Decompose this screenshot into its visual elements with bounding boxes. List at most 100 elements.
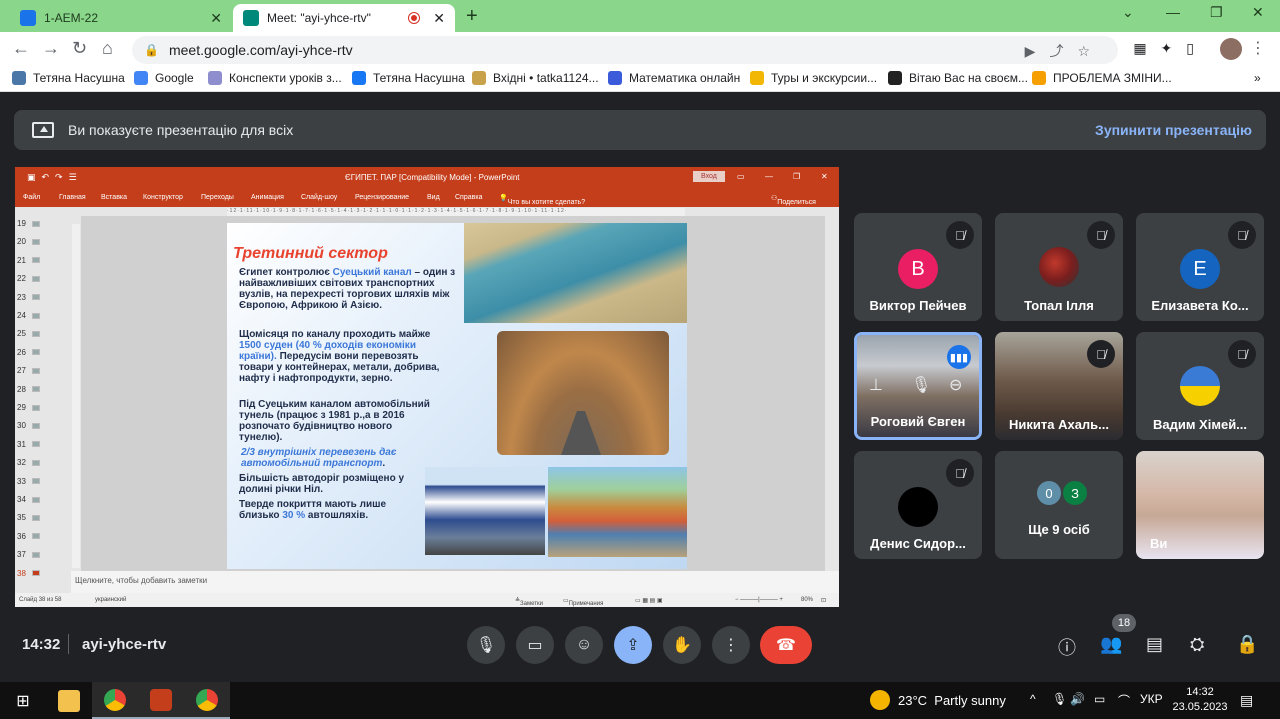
ribbon-tab: Главная [59, 194, 86, 201]
bookmark-label: Вітаю Вас на своєм... [909, 71, 1028, 85]
slide-thumbnail: 23 [17, 293, 40, 302]
quick-access-icons: ▣↶↷☰ [27, 172, 83, 182]
bookmark-item[interactable]: Вітаю Вас на своєм... [888, 71, 1028, 85]
maximize-window-button[interactable]: ❐ [1210, 4, 1223, 21]
participant-tile-self-camera[interactable]: ▮▮▮ ⊥ 🎙 ⊖ Роговий Євген [854, 332, 982, 440]
slide-preview [31, 257, 40, 264]
more-participants-tile[interactable]: 0 З Ще 9 осіб [995, 451, 1123, 559]
google-icon [134, 71, 148, 85]
chrome-taskbar-button-2[interactable] [184, 682, 230, 719]
notifications-icon[interactable]: ▤ [1240, 692, 1253, 709]
back-button[interactable]: ← [12, 38, 30, 59]
mic-icon: 🎙 [475, 637, 497, 654]
notes-placeholder: Щелкните, чтобы добавить заметки [71, 571, 839, 593]
reload-button[interactable]: ↻ [72, 38, 87, 59]
tab-search-icon[interactable]: ⌄ [1122, 4, 1134, 21]
address-bar[interactable]: 🔒 meet.google.com/ayi-yhce-rtv ▶⤴☆ [132, 36, 1118, 64]
meet-control-bar: 14:32 ayi-yhce-rtv 🎙 ▭ ☺ ⇪ ✋ ⋮ ☎ ⓘ 👥 18 … [0, 614, 1280, 682]
bookmark-item[interactable]: Конспекти уроків з... [208, 71, 342, 85]
slide-preview [31, 533, 40, 540]
stop-presenting-button[interactable]: Зупинити презентацію [1095, 122, 1252, 138]
chat-button[interactable]: ▤ [1146, 634, 1163, 655]
powerpoint-icon [150, 688, 172, 711]
show-hidden-icons[interactable]: ^ [1030, 692, 1036, 706]
camera-button[interactable]: ▭ [516, 626, 554, 664]
slide-preview [31, 294, 40, 301]
slide-thumbnail: 28 [17, 385, 40, 394]
close-tab-icon[interactable]: ✕ [210, 10, 222, 27]
mic-icon[interactable]: 🎙 [911, 375, 931, 395]
bookmark-item[interactable]: Туры и экскурсии... [750, 71, 877, 85]
bookmark-item[interactable]: Google [134, 71, 194, 85]
extension-icons[interactable]: ▦✦▯ [1133, 40, 1208, 57]
bookmark-item[interactable]: ПРОБЛЕМА ЗМІНИ... [1032, 71, 1172, 85]
chrome-menu-icon[interactable]: ⋮ [1250, 38, 1266, 58]
system-clock[interactable]: 14:32 23.05.2023 [1172, 685, 1228, 715]
participant-tile[interactable]: 🎙̸ Вадим Хімей... [1136, 332, 1264, 440]
slide-number: 19 [17, 219, 26, 228]
phone-hangup-icon: ☎ [776, 637, 796, 654]
omnibox-action-icons[interactable]: ▶⤴☆ [1025, 41, 1104, 61]
more-bookmarks-button[interactable]: » [1254, 71, 1261, 85]
people-count-badge: 18 [1112, 614, 1136, 632]
participant-name: Виктор Пейчев [869, 298, 967, 313]
meeting-details-button[interactable]: ⓘ [1058, 634, 1076, 660]
participant-tile[interactable]: 🎙̸ Топал Ілля [995, 213, 1123, 321]
browser-tab-2-active[interactable]: Meet: "ayi-yhce-rtv" ✕ [233, 4, 455, 32]
remove-icon[interactable]: ⊖ [949, 375, 962, 395]
participant-tile[interactable]: 🎙̸ Денис Сидор... [854, 451, 982, 559]
weather-widget[interactable]: 23°C Partly sunny [870, 690, 1006, 710]
chrome-taskbar-button[interactable] [92, 682, 138, 719]
participant-name: Вадим Хімей... [1152, 417, 1248, 432]
leave-call-button[interactable]: ☎ [760, 626, 812, 664]
close-window-button[interactable]: ✕ [1252, 4, 1264, 21]
slide-thumbnail: 24 [17, 311, 40, 320]
browser-tab-bar: 1-АЕМ-22 ✕ Meet: "ayi-yhce-rtv" ✕ + ⌄ — … [0, 0, 1280, 32]
hand-icon: ✋ [672, 637, 692, 654]
network-icon[interactable]: ⌒ [1118, 692, 1130, 709]
reactions-button[interactable]: ☺ [565, 626, 603, 664]
participant-tile[interactable]: 🎙̸ Е Елизавета Ко... [1136, 213, 1264, 321]
mic-tray-icon[interactable]: 🎙 [1052, 692, 1067, 706]
volume-icon[interactable]: 🔊 [1070, 692, 1085, 706]
home-button[interactable]: ⌂ [102, 38, 113, 59]
mic-off-icon: 🎙̸ [1228, 221, 1256, 249]
battery-icon[interactable]: ▭ [1094, 692, 1105, 706]
forward-button[interactable]: → [42, 38, 60, 59]
bookmark-label: ПРОБЛЕМА ЗМІНИ... [1053, 71, 1172, 85]
weather-condition: Partly sunny [934, 692, 1006, 708]
participant-avatar: В [898, 249, 938, 289]
profile-avatar[interactable] [1220, 38, 1242, 60]
participant-tile-self[interactable]: Ви [1136, 451, 1264, 559]
slide-thumbnail: 29 [17, 403, 40, 412]
microphone-button[interactable]: 🎙 [467, 626, 505, 664]
slide-preview [31, 422, 40, 429]
present-button[interactable]: ⇪ [614, 626, 652, 664]
minimize-window-button[interactable]: — [1166, 4, 1180, 20]
pin-icon[interactable]: ⊥ [869, 375, 883, 395]
bookmark-item[interactable]: Вхідні • tatka1124... [472, 71, 599, 85]
bookmark-item[interactable]: Тетяна Насушна [12, 71, 125, 85]
start-button[interactable]: ⊞ [0, 682, 46, 719]
bookmark-item[interactable]: Математика онлайн [608, 71, 740, 85]
slide-number: 21 [17, 255, 26, 265]
slide-paragraph-5: Більшість автодоріг розміщено у долині р… [239, 473, 405, 495]
participant-tile[interactable]: 🎙̸ В Виктор Пейчев [854, 213, 982, 321]
host-controls-button[interactable]: 🔒 [1236, 634, 1258, 655]
powerpoint-taskbar-button[interactable] [138, 682, 184, 719]
people-button[interactable]: 👥 [1100, 634, 1122, 655]
input-language[interactable]: УКР [1140, 692, 1163, 706]
new-tab-button[interactable]: + [466, 5, 478, 28]
ppt-minimize-icon: — [765, 172, 773, 181]
activities-button[interactable]: ⛭ [1190, 634, 1204, 655]
lock-icon[interactable]: 🔒 [144, 43, 159, 57]
more-options-button[interactable]: ⋮ [712, 626, 750, 664]
slide-thumbnails-pane: 19 20 21 22 23 24 25 26 27 28 29 30 31 32 33 34 35 36 37 38 [15, 213, 71, 587]
close-tab-icon[interactable]: ✕ [433, 10, 445, 27]
browser-tab-1[interactable]: 1-АЕМ-22 ✕ [10, 4, 232, 32]
participant-tile[interactable]: 🎙̸ Никита Ахаль... [995, 332, 1123, 440]
raise-hand-button[interactable]: ✋ [663, 626, 701, 664]
file-explorer-button[interactable] [46, 682, 92, 719]
presenting-text: Ви показуєте презентацію для всіх [68, 122, 294, 138]
bookmark-item[interactable]: Тетяна Насушна [352, 71, 465, 85]
